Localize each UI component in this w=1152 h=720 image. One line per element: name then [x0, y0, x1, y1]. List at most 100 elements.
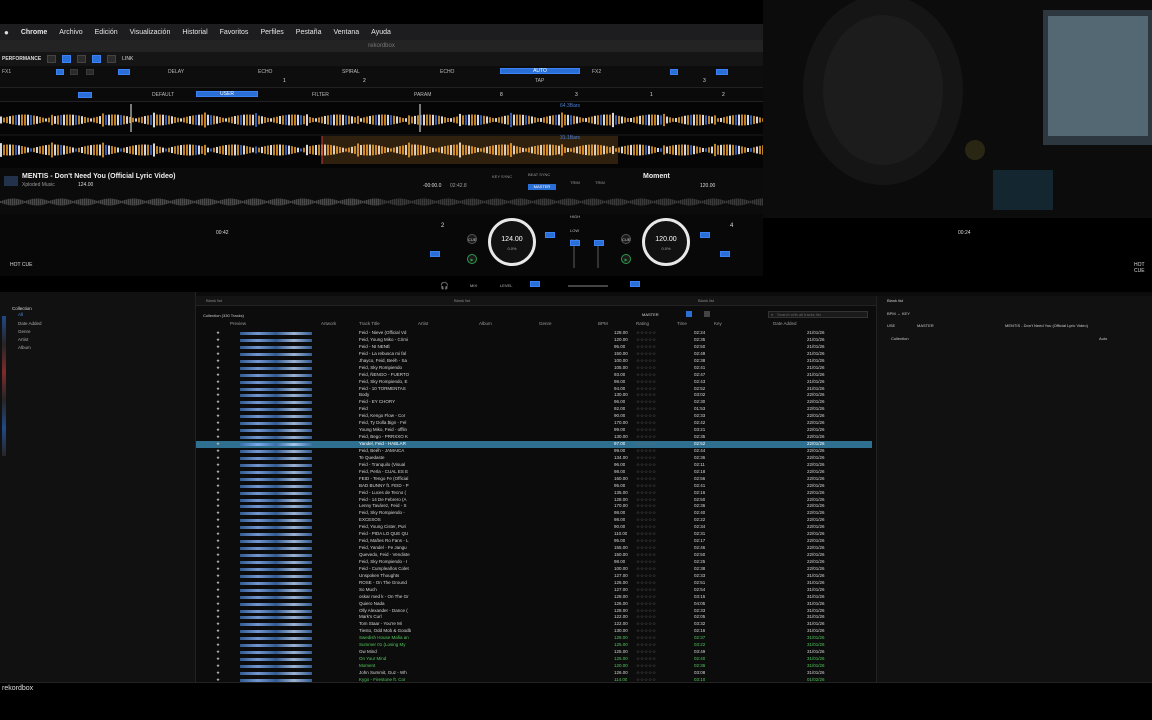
rating-stars[interactable]: ☆☆☆☆☆ [636, 483, 656, 490]
rating-stars[interactable]: ☆☆☆☆☆ [636, 406, 656, 413]
table-row[interactable]: ★ Jhayco, Feid, Beéh - Sa 100.00 ☆☆☆☆☆ 02:38… [196, 358, 872, 365]
user-preset[interactable]: USER [196, 91, 258, 97]
star-icon[interactable]: ★ [216, 372, 220, 379]
rating-stars[interactable]: ☆☆☆☆☆ [636, 656, 656, 663]
row-preview-wave[interactable] [240, 623, 312, 627]
star-icon[interactable]: ★ [216, 566, 220, 573]
row-preview-wave[interactable] [240, 616, 312, 620]
table-row[interactable]: ★ John Summit, Guz - Wh 126.00 ☆☆☆☆☆ 03:08 31… [196, 670, 872, 677]
row-preview-wave[interactable] [240, 491, 312, 495]
rating-stars[interactable]: ☆☆☆☆☆ [636, 455, 656, 462]
row-preview-wave[interactable] [240, 637, 312, 641]
filter-button[interactable]: FILTER [312, 92, 329, 98]
rating-stars[interactable]: ☆☆☆☆☆ [636, 587, 656, 594]
rating-stars[interactable]: ☆☆☆☆☆ [636, 559, 656, 566]
table-row[interactable]: ★ Moment 120.00 ☆☆☆☆☆ 02:36 31/01/26 [196, 663, 872, 670]
key-sync[interactable]: KEY SYNC [492, 174, 512, 179]
row-preview-wave[interactable] [240, 366, 312, 370]
star-icon[interactable]: ★ [216, 628, 220, 635]
rating-stars[interactable]: ☆☆☆☆☆ [636, 524, 656, 531]
deck1-master-button[interactable] [545, 232, 555, 238]
rating-stars[interactable]: ☆☆☆☆☆ [636, 365, 656, 372]
table-row[interactable]: ★ Feid, Sky Rompiendo - 98.00 ☆☆☆☆☆ 02:40 22/… [196, 510, 872, 517]
fx2-beat-1[interactable] [670, 69, 678, 75]
deck1-fx-assign[interactable] [530, 281, 540, 287]
row-preview-wave[interactable] [240, 359, 312, 363]
table-row[interactable]: ★ Tom Staar - You're Mi 122.00 ☆☆☆☆☆ 03:32 31… [196, 621, 872, 628]
rating-stars[interactable]: ☆☆☆☆☆ [636, 372, 656, 379]
table-row[interactable]: ★ Feid, Kengo Flow - Cor 90.00 ☆☆☆☆☆ 02:33 22… [196, 413, 872, 420]
row-preview-wave[interactable] [240, 609, 312, 613]
rating-stars[interactable]: ☆☆☆☆☆ [636, 503, 656, 510]
star-icon[interactable]: ★ [216, 330, 220, 337]
sampler-button[interactable] [78, 92, 92, 98]
star-icon[interactable]: ★ [216, 358, 220, 365]
star-icon[interactable]: ★ [216, 538, 220, 545]
menu-historial[interactable]: Historial [182, 29, 207, 36]
rating-stars[interactable]: ☆☆☆☆☆ [636, 337, 656, 344]
tab-3[interactable]: Blank list [698, 298, 714, 303]
settings-icon[interactable] [107, 55, 117, 63]
star-icon[interactable]: ★ [216, 476, 220, 483]
rating-stars[interactable]: ☆☆☆☆☆ [636, 663, 656, 670]
deck2-cue-button[interactable]: CUE [621, 234, 631, 244]
star-icon[interactable]: ★ [216, 351, 220, 358]
rating-stars[interactable]: ☆☆☆☆☆ [636, 497, 656, 504]
rating-stars[interactable]: ☆☆☆☆☆ [636, 635, 656, 642]
row-preview-wave[interactable] [240, 519, 312, 523]
rating-stars[interactable]: ☆☆☆☆☆ [636, 469, 656, 476]
rating-stars[interactable]: ☆☆☆☆☆ [636, 642, 656, 649]
tree-artist[interactable]: Artist [18, 337, 28, 342]
table-row[interactable]: ★ Feid - EY CHORY 96.00 ☆☆☆☆☆ 02:30 22/01/26 [196, 399, 872, 406]
row-preview-wave[interactable] [240, 595, 312, 599]
row-preview-wave[interactable] [240, 470, 312, 474]
rating-stars[interactable]: ☆☆☆☆☆ [636, 358, 656, 365]
row-preview-wave[interactable] [240, 422, 312, 426]
row-preview-wave[interactable] [240, 394, 312, 398]
star-icon[interactable]: ★ [216, 490, 220, 497]
star-icon[interactable]: ★ [216, 386, 220, 393]
fx-tap[interactable]: TAP [535, 78, 544, 84]
table-row[interactable]: ★ Feid, Sky Rompiendo, E 98.00 ☆☆☆☆☆ 02:43 21… [196, 379, 872, 386]
star-icon[interactable]: ★ [216, 510, 220, 517]
row-preview-wave[interactable] [240, 665, 312, 668]
row-preview-wave[interactable] [240, 373, 312, 377]
table-row[interactable]: ★ Feid, Mañes Ro Fans - L 95.00 ☆☆☆☆☆ 02:17 2… [196, 538, 872, 545]
star-icon[interactable]: ★ [216, 399, 220, 406]
row-preview-wave[interactable] [240, 671, 312, 675]
tree-date-added[interactable]: Date Added [18, 321, 42, 326]
deck1-play-button[interactable]: ▶ [467, 254, 477, 264]
star-icon[interactable]: ★ [216, 448, 220, 455]
rating-stars[interactable]: ☆☆☆☆☆ [636, 476, 656, 483]
col-preview[interactable]: Preview [230, 321, 246, 326]
mode-selector[interactable]: PERFORMANCE [2, 56, 41, 62]
col-date[interactable]: Date Added [773, 321, 797, 326]
star-icon[interactable]: ★ [216, 441, 220, 448]
deck2-headphone-cue[interactable] [594, 240, 604, 246]
rating-stars[interactable]: ☆☆☆☆☆ [636, 441, 656, 448]
hot-cue-right[interactable]: HOT CUE [1134, 262, 1145, 274]
star-icon[interactable]: ★ [216, 580, 220, 587]
table-row[interactable]: ★ FEID - Tengo Fe (Official 160.00 ☆☆☆☆☆ 02:… [196, 476, 872, 483]
rating-stars[interactable]: ☆☆☆☆☆ [636, 580, 656, 587]
menu-visualizacion[interactable]: Visualización [130, 29, 171, 36]
fx-view-icon[interactable] [92, 55, 102, 63]
row-preview-wave[interactable] [240, 567, 312, 571]
fx-auto-button[interactable]: AUTO [500, 68, 580, 74]
star-icon[interactable]: ★ [216, 462, 220, 469]
table-row[interactable]: ★ Feid, Bego - PRRXXO K 130.00 ☆☆☆☆☆ 02:35 22… [196, 434, 872, 441]
row-preview-wave[interactable] [240, 387, 312, 391]
deck2-fx-assign[interactable] [630, 281, 640, 287]
fx-spiral[interactable]: SPIRAL [342, 69, 360, 75]
row-preview-wave[interactable] [240, 533, 312, 537]
mini-waveforms[interactable] [0, 193, 763, 211]
row-preview-wave[interactable] [240, 449, 312, 453]
row-preview-wave[interactable] [240, 574, 312, 578]
auto-checkbox[interactable]: Auto [1099, 336, 1107, 341]
master-button-right[interactable]: MASTER [917, 323, 934, 328]
table-row[interactable]: ★ Feid - Cumpleaños Colet 100.00 ☆☆☆☆☆ 02:38… [196, 566, 872, 573]
star-icon[interactable]: ★ [216, 573, 220, 580]
rating-stars[interactable]: ☆☆☆☆☆ [636, 434, 656, 441]
star-icon[interactable]: ★ [216, 621, 220, 628]
fx-echo-2[interactable]: ECHO [440, 69, 454, 75]
